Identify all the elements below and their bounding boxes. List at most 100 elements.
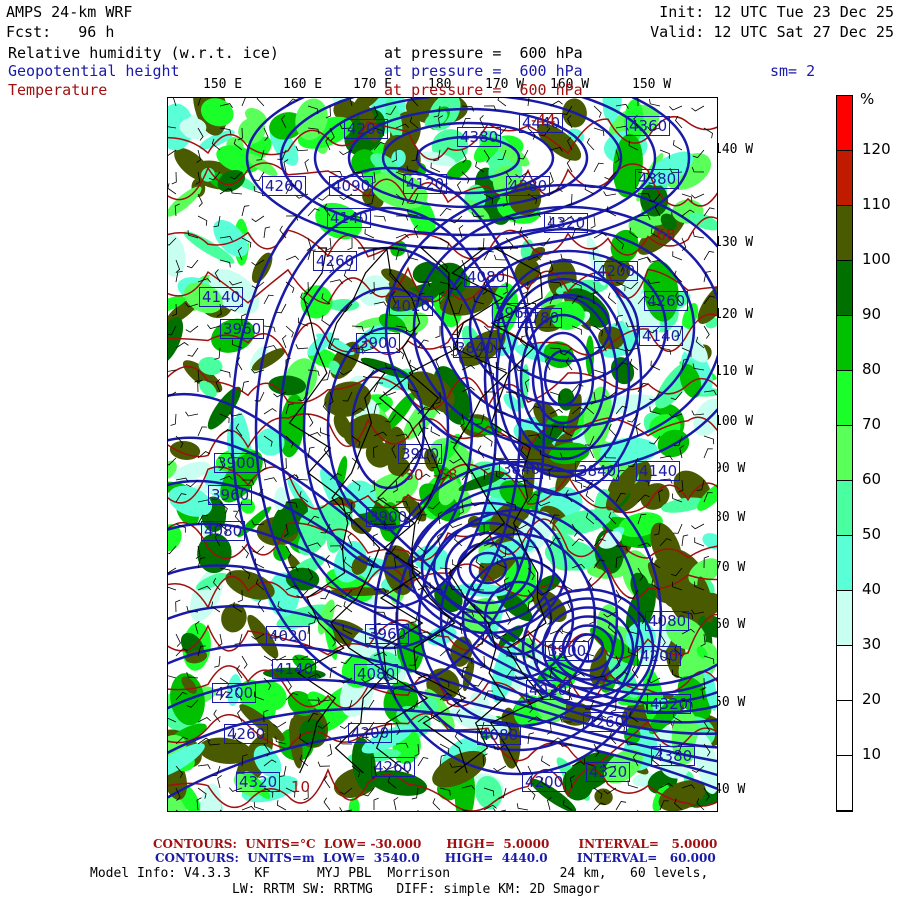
height-contour-label: 4080 — [464, 267, 509, 287]
wind-barb — [253, 801, 265, 811]
wind-barb — [168, 586, 177, 591]
colorbar-segment — [837, 151, 852, 206]
wind-barb — [608, 424, 617, 437]
height-contour-label: 4320 — [236, 772, 281, 792]
wind-barb — [186, 259, 199, 269]
model-title: AMPS 24-km WRF — [6, 3, 133, 21]
colorbar-segment — [837, 426, 852, 481]
wind-barb — [373, 215, 386, 222]
wind-barb — [449, 523, 463, 528]
height-contour-label: 4320 — [544, 213, 589, 233]
height-contour-label: 3900 — [356, 333, 401, 353]
colorbar-segment — [837, 371, 852, 426]
height-contour-label: 4200 — [348, 723, 393, 743]
colorbar-label: 70 — [862, 415, 882, 433]
wind-barb — [586, 137, 595, 151]
wind-barb — [263, 477, 277, 483]
height-contour-label: 3960 — [208, 485, 253, 505]
temperature-contour-label: -44 — [531, 111, 556, 129]
wind-barb — [649, 98, 661, 107]
height-contour-label: 4090 — [329, 176, 374, 196]
wind-barb — [185, 325, 199, 333]
height-contour-label: 3960 — [365, 624, 410, 644]
colorbar-label: 20 — [862, 690, 882, 708]
height-contour-label: 3900 — [398, 444, 443, 464]
height-contour-label: 4120 — [403, 174, 448, 194]
wind-barb — [672, 251, 683, 261]
wind-barb — [603, 191, 617, 197]
right-lon-label: 70 W — [714, 560, 746, 575]
humidity-shading — [169, 440, 201, 460]
height-contour-label: 4380 — [506, 176, 551, 196]
height-contour-label: 4260 — [313, 251, 358, 271]
wind-barb — [516, 803, 529, 811]
colorbar-segment — [837, 701, 852, 756]
height-contour-label: 4260 — [371, 757, 416, 777]
height-contour-label: 4140 — [272, 659, 317, 679]
temperature-contour-label: -58 — [433, 466, 458, 484]
height-contour-label: 3840 — [453, 338, 498, 358]
wind-barb — [505, 611, 512, 625]
wind-barb — [256, 98, 265, 107]
right-lon-label: 110 W — [714, 364, 754, 379]
wind-barb — [326, 237, 332, 251]
init-time: Init: 12 UTC Tue 23 Dec 25 — [659, 3, 894, 21]
colorbar-unit: % — [860, 90, 875, 108]
wind-barb — [681, 534, 689, 547]
right-lon-label: 120 W — [714, 307, 754, 322]
height-contour-label: 4080 — [477, 725, 522, 745]
wind-barb — [276, 800, 287, 811]
wind-barb — [669, 105, 683, 111]
top-lon-label: 150 W — [632, 77, 672, 92]
height-contour-label: 4020 — [526, 680, 571, 700]
wind-barb — [321, 315, 331, 327]
wind-barb — [593, 162, 604, 173]
wind-barb — [395, 233, 409, 239]
right-lon-label: 60 W — [714, 617, 746, 632]
height-contour-label: 4080 — [645, 611, 690, 631]
wind-barb — [432, 798, 441, 811]
wind-barb — [285, 255, 299, 261]
height-contour-label: 4020 — [389, 296, 434, 316]
wind-barb — [393, 797, 399, 811]
wind-barb — [691, 193, 705, 199]
wind-barb — [307, 413, 314, 427]
wind-barb — [483, 435, 493, 447]
wind-barb — [241, 655, 248, 669]
field-temp: Temperature — [8, 81, 108, 99]
wind-barb — [185, 411, 199, 417]
height-contour-label: 4320 — [647, 694, 692, 714]
colorbar-segment — [837, 481, 852, 536]
wind-barb — [263, 226, 271, 239]
wind-barb — [493, 808, 507, 811]
wind-barb — [241, 205, 250, 217]
wind-barb — [197, 426, 208, 437]
height-contour-label: 4140 — [327, 208, 372, 228]
wind-barb — [691, 105, 705, 112]
temperature-contour-label: -30 — [399, 466, 424, 484]
humidity-shading — [200, 783, 222, 811]
colorbar-label: 90 — [862, 305, 882, 323]
right-lon-label: 40 W — [714, 782, 746, 797]
model-info: Model Info: V4.3.3 KF MYJ PBL Morrison 2… — [90, 866, 709, 881]
forecast-hour: Fcst: 96 h — [6, 23, 115, 41]
wind-barb — [295, 344, 309, 350]
wind-barb — [417, 809, 419, 811]
wind-barb — [703, 448, 713, 459]
colorbar-label: 30 — [862, 635, 882, 653]
wind-barb — [282, 335, 287, 349]
field-temp-level: at pressure = 600 hPa — [384, 81, 583, 99]
wind-barb — [197, 764, 211, 770]
colorbar-segment — [837, 96, 852, 151]
height-contour-label: 3960 — [220, 319, 265, 339]
height-contour-label: 4260 — [644, 291, 689, 311]
wind-barb — [168, 183, 177, 195]
wind-barb — [593, 802, 606, 811]
right-lon-label: 140 W — [714, 142, 754, 157]
height-contour-label: 4140 — [639, 326, 684, 346]
colorbar-segment — [837, 591, 852, 646]
humidity-shading — [168, 317, 184, 365]
wind-barb — [493, 765, 507, 772]
right-lon-label: 90 W — [714, 461, 746, 476]
smoothing: sm= 2 — [770, 62, 816, 80]
